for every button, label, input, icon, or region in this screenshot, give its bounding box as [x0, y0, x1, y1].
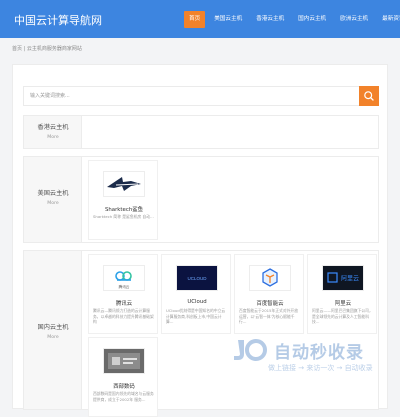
site-card-name: 阿里云: [334, 301, 352, 307]
site-card-aliyun[interactable]: 阿里云 阿里云 阿里云——阿里巴巴集团旗下公司，是全球领先的云计算及人工智能科技…: [307, 254, 377, 334]
category-more-link[interactable]: More: [24, 335, 82, 340]
main-nav: 首页 美国云主机 香港云主机 国内云主机 欧洲云主机 最新资讯: [184, 11, 400, 28]
category-title: 香港云主机: [37, 124, 69, 131]
site-card-name: 百度智能云: [256, 301, 284, 307]
search-bar: [23, 86, 379, 106]
ucloud-logo-icon: UCLOUD: [176, 265, 218, 291]
search-input[interactable]: [24, 87, 356, 105]
site-card-west-digital[interactable]: 西部数码 西部数码是国内领先的域名与云服务提供商，成立于2002年 服务...: [88, 337, 158, 417]
nav-item-cn-hosting[interactable]: 国内云主机: [293, 11, 331, 28]
site-card-name: 腾讯云: [115, 301, 133, 307]
breadcrumb-home[interactable]: 首页: [12, 46, 22, 52]
top-header: 中国云计算导航网 首页 美国云主机 香港云主机 国内云主机 欧洲云主机 最新资讯: [0, 0, 400, 38]
category-title: 国内云主机: [37, 324, 69, 331]
tencent-cloud-logo-icon: 腾讯云: [103, 265, 145, 291]
category-us-hosting: 美国云主机 More Sharktech鲨鱼 Sharktech 简称 是鲨鱼机…: [23, 156, 379, 243]
tencent-logo-text: 腾讯云: [119, 284, 130, 289]
category-label: 美国云主机 More: [24, 157, 82, 242]
site-logo[interactable]: 中国云计算导航网: [14, 12, 102, 28]
site-card-desc: UCloud优刻得是中国知名的中立云计算服务商,科创板上市,中国云计算...: [166, 308, 226, 324]
nav-item-us-hosting[interactable]: 美国云主机: [209, 11, 247, 28]
site-card-desc: 百度智能云于2015年正式对外开放运营，以‘云智一体’为核心赋能千行...: [239, 308, 299, 324]
site-card-name: UCloud: [187, 299, 207, 305]
site-card-ucloud[interactable]: UCLOUD UCloud UCloud优刻得是中国知名的中立云计算服务商,科创…: [161, 254, 231, 334]
category-more-link[interactable]: More: [24, 201, 82, 206]
site-card-name: 西部数码: [113, 384, 135, 390]
nav-item-eu-hosting[interactable]: 欧洲云主机: [335, 11, 373, 28]
nav-item-news[interactable]: 最新资讯: [377, 11, 400, 28]
site-card-desc: 阿里云——阿里巴巴集团旗下公司，是全球领先的云计算及人工智能科技...: [312, 308, 373, 324]
category-label: 香港云主机 More: [24, 116, 82, 148]
breadcrumb-current[interactable]: 云主机商服务器商家网站: [27, 46, 82, 52]
baidu-cloud-logo-icon: [249, 265, 291, 291]
category-more-link[interactable]: More: [24, 135, 82, 140]
main-panel: 香港云主机 More 美国云主机 More Sharktech鲨鱼 Sharkt…: [12, 64, 388, 417]
site-card-desc: 西部数码是国内领先的域名与云服务提供商，成立于2002年 服务...: [93, 391, 154, 402]
site-card-desc: Sharktech 简称 是鲨鱼机房 自动更...: [93, 214, 155, 219]
site-card-desc: 腾讯云—腾讯倾力打造的云计算服务，以卓越的科技力提升腾讯基础架构: [93, 308, 154, 324]
nav-item-hk-hosting[interactable]: 香港云主机: [251, 11, 289, 28]
site-card-name: Sharktech鲨鱼: [104, 207, 144, 213]
category-title: 美国云主机: [37, 190, 69, 197]
category-label: 国内云主机 More: [24, 251, 82, 409]
nav-item-home[interactable]: 首页: [184, 11, 206, 28]
breadcrumb: 首页 | 云主机商服务器商家网站: [12, 44, 388, 55]
west-digital-logo-icon: [103, 348, 145, 374]
shark-logo-icon: [103, 171, 145, 197]
aliyun-logo-icon: 阿里云: [322, 265, 364, 291]
aliyun-logo-text: 阿里云: [341, 275, 359, 283]
site-card-baidu-cloud[interactable]: 百度智能云 百度智能云于2015年正式对外开放运营，以‘云智一体’为核心赋能千行…: [234, 254, 304, 334]
search-button[interactable]: [359, 86, 379, 106]
site-card-tencent-cloud[interactable]: 腾讯云 腾讯云 腾讯云—腾讯倾力打造的云计算服务，以卓越的科技力提升腾讯基础架构: [88, 254, 158, 334]
category-hk-hosting: 香港云主机 More: [23, 115, 379, 149]
ucloud-logo-text: UCLOUD: [187, 276, 207, 281]
site-card-sharktech[interactable]: Sharktech鲨鱼 Sharktech 简称 是鲨鱼机房 自动更...: [88, 160, 158, 240]
search-icon: [364, 91, 374, 101]
category-cn-hosting: 国内云主机 More 腾讯云 腾讯云 腾讯云—腾讯倾力打造的云计算服务，以卓越的…: [23, 250, 379, 417]
